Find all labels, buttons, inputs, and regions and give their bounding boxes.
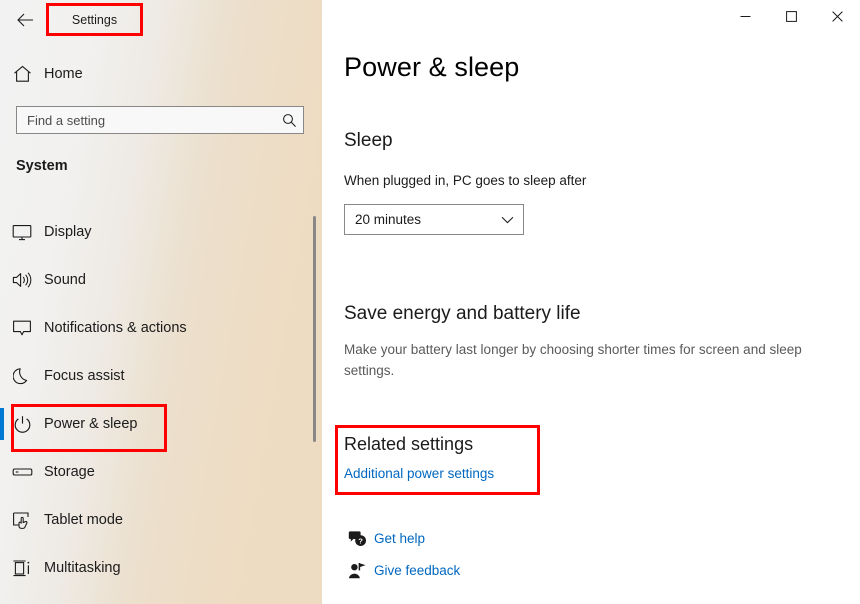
app-title-highlight: Settings xyxy=(46,3,143,36)
power-icon xyxy=(0,415,44,434)
get-help-label[interactable]: Get help xyxy=(374,531,425,546)
app-title-label: Settings xyxy=(71,12,118,27)
search-icon[interactable] xyxy=(275,113,303,128)
arrow-left-icon xyxy=(16,13,33,27)
sidebar-item-focus-assist[interactable]: Focus assist xyxy=(0,352,322,400)
give-feedback-icon xyxy=(340,562,374,579)
window-controls xyxy=(722,0,860,32)
sidebar-item-focus-assist-label: Focus assist xyxy=(44,368,125,384)
monitor-icon xyxy=(0,224,44,241)
sidebar-item-storage[interactable]: Storage xyxy=(0,448,322,496)
sleep-section-heading: Sleep xyxy=(344,130,393,151)
give-feedback-label[interactable]: Give feedback xyxy=(374,563,460,578)
battery-section-heading: Save energy and battery life xyxy=(344,303,581,324)
maximize-icon xyxy=(785,10,797,22)
sleep-section-description: When plugged in, PC goes to sleep after xyxy=(344,173,587,188)
tablet-hand-icon xyxy=(0,511,44,530)
sidebar-item-display[interactable]: Display xyxy=(0,208,322,256)
sidebar-item-multitasking-label: Multitasking xyxy=(44,560,121,576)
home-icon xyxy=(0,65,44,83)
sidebar-item-partial[interactable] xyxy=(0,592,322,604)
close-button[interactable] xyxy=(814,0,860,32)
sidebar-item-power-sleep[interactable]: Power & sleep xyxy=(0,400,322,452)
get-help-row[interactable]: ? Get help xyxy=(340,530,425,547)
sidebar: Settings Home System xyxy=(0,0,322,604)
sidebar-scrollbar-thumb[interactable] xyxy=(313,216,316,442)
sidebar-item-tablet-mode-label: Tablet mode xyxy=(44,512,123,528)
sidebar-nav-list: Display Sound Notifications & actions Fo… xyxy=(0,208,322,604)
sidebar-item-tablet-mode[interactable]: Tablet mode xyxy=(0,496,322,544)
sidebar-item-sound[interactable]: Sound xyxy=(0,256,322,304)
get-help-icon: ? xyxy=(340,530,374,547)
give-feedback-row[interactable]: Give feedback xyxy=(340,562,460,579)
maximize-button[interactable] xyxy=(768,0,814,32)
speaker-icon xyxy=(0,271,44,289)
drive-icon xyxy=(0,465,44,479)
sidebar-item-home-label: Home xyxy=(44,66,83,82)
sidebar-category-heading: System xyxy=(16,158,68,174)
main-content: Power & sleep Sleep When plugged in, PC … xyxy=(322,0,860,604)
sidebar-titlebar: Settings xyxy=(0,0,322,44)
svg-text:?: ? xyxy=(358,536,363,545)
sidebar-item-power-sleep-label: Power & sleep xyxy=(44,416,138,432)
minimize-icon xyxy=(740,15,750,17)
sidebar-scrollbar[interactable] xyxy=(310,0,320,604)
multitasking-icon xyxy=(0,559,44,578)
related-settings-heading: Related settings xyxy=(344,434,474,454)
sidebar-item-notifications[interactable]: Notifications & actions xyxy=(0,304,322,352)
sleep-timeout-value: 20 minutes xyxy=(355,212,422,227)
search-box[interactable] xyxy=(16,106,304,134)
selection-indicator xyxy=(0,408,4,440)
sidebar-item-display-label: Display xyxy=(44,224,92,240)
minimize-button[interactable] xyxy=(722,0,768,32)
sidebar-item-multitasking[interactable]: Multitasking xyxy=(0,544,322,592)
sidebar-item-notifications-label: Notifications & actions xyxy=(44,320,187,336)
sidebar-item-sound-label: Sound xyxy=(44,272,86,288)
sleep-timeout-dropdown[interactable]: 20 minutes xyxy=(344,204,524,235)
page-title: Power & sleep xyxy=(344,52,520,82)
battery-section-description: Make your battery last longer by choosin… xyxy=(344,342,802,378)
additional-power-settings-link[interactable]: Additional power settings xyxy=(344,466,494,481)
close-icon xyxy=(831,10,843,22)
chat-bubble-icon xyxy=(0,319,44,337)
chevron-down-icon xyxy=(491,216,523,224)
moon-icon xyxy=(0,367,44,386)
sidebar-item-home[interactable]: Home xyxy=(0,58,310,90)
search-input[interactable] xyxy=(17,112,275,128)
settings-window: Settings Home System xyxy=(0,0,860,604)
sidebar-item-storage-label: Storage xyxy=(44,464,95,480)
back-button[interactable] xyxy=(8,5,42,35)
